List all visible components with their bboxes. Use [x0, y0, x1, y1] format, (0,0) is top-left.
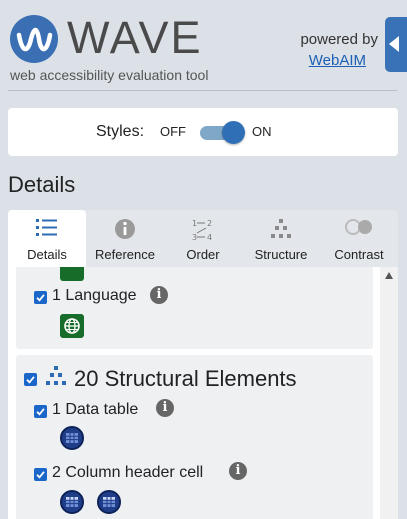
details-panel[interactable]: 1 Language i 20 Structural Elements 1 Da…: [8, 267, 398, 519]
column-header-cell-label: 2 Column header cell: [52, 464, 204, 481]
tab-details[interactable]: Details: [8, 210, 86, 267]
tab-bar: Details Reference 1 2 3 4 Order Structure …: [8, 210, 398, 267]
table-header-icon[interactable]: [60, 490, 84, 514]
triangle-left-icon: [389, 36, 399, 52]
data-table-label: 1 Data table: [52, 401, 139, 418]
panel-scrollbar[interactable]: [380, 267, 398, 519]
collapse-sidebar-button[interactable]: [385, 17, 407, 72]
info-icon[interactable]: i: [156, 399, 174, 417]
header: WAVE web accessibility evaluation tool p…: [0, 0, 407, 92]
info-icon[interactable]: i: [229, 462, 247, 480]
styles-off-label: OFF: [160, 124, 186, 139]
table-icon[interactable]: [60, 426, 84, 450]
structure-tree-icon: [45, 366, 67, 391]
structural-elements-card: 20 Structural Elements 1 Data table i 2 …: [16, 355, 373, 519]
tab-order-label: Order: [186, 247, 220, 262]
language-label: 1 Language: [52, 287, 137, 304]
tab-structure[interactable]: Structure: [242, 210, 320, 267]
language-checkbox[interactable]: [34, 291, 47, 304]
table-header-icon[interactable]: [97, 490, 121, 514]
feature-icon[interactable]: [60, 267, 84, 281]
structure-tree-icon: [269, 218, 293, 245]
structural-elements-checkbox[interactable]: [24, 373, 37, 386]
svg-text:1: 1: [192, 219, 197, 228]
tab-reference[interactable]: Reference: [86, 210, 164, 267]
logo-tagline: web accessibility evaluation tool: [10, 67, 209, 83]
wave-logo-icon: [10, 15, 58, 63]
styles-toggle-card: Styles: OFF ON: [8, 108, 398, 156]
structural-elements-heading: 20 Structural Elements: [74, 366, 297, 391]
styles-label: Styles:: [96, 123, 145, 140]
scroll-up-arrow-icon[interactable]: [385, 272, 393, 279]
wave-sidebar: WAVE web accessibility evaluation tool p…: [0, 0, 407, 519]
tab-contrast-label: Contrast: [334, 247, 384, 262]
tab-structure-label: Structure: [254, 247, 308, 262]
tab-order[interactable]: 1 2 3 4 Order: [164, 210, 242, 267]
styles-on-label: ON: [252, 124, 272, 139]
info-icon[interactable]: i: [150, 286, 168, 304]
tab-details-label: Details: [27, 247, 67, 262]
data-table-checkbox[interactable]: [34, 405, 47, 418]
tab-contrast[interactable]: Contrast: [320, 210, 398, 267]
language-card: 1 Language i: [16, 267, 373, 349]
webaim-link[interactable]: WebAIM: [309, 52, 366, 69]
column-header-cell-checkbox[interactable]: [34, 468, 47, 481]
header-divider: [8, 90, 397, 91]
logo-wordmark: WAVE: [67, 12, 203, 63]
svg-text:2: 2: [207, 219, 212, 228]
details-list-icon: [36, 218, 58, 243]
styles-toggle-switch[interactable]: [222, 121, 245, 144]
contrast-icon: [344, 218, 374, 241]
info-icon: [114, 218, 136, 245]
tab-reference-label: Reference: [95, 247, 155, 262]
globe-icon[interactable]: [60, 314, 84, 338]
order-icon: 1 2 3 4: [191, 218, 215, 247]
svg-text:3: 3: [192, 233, 197, 242]
section-title: Details: [8, 172, 76, 197]
powered-by-text: powered by: [300, 31, 378, 48]
svg-text:4: 4: [207, 233, 212, 242]
